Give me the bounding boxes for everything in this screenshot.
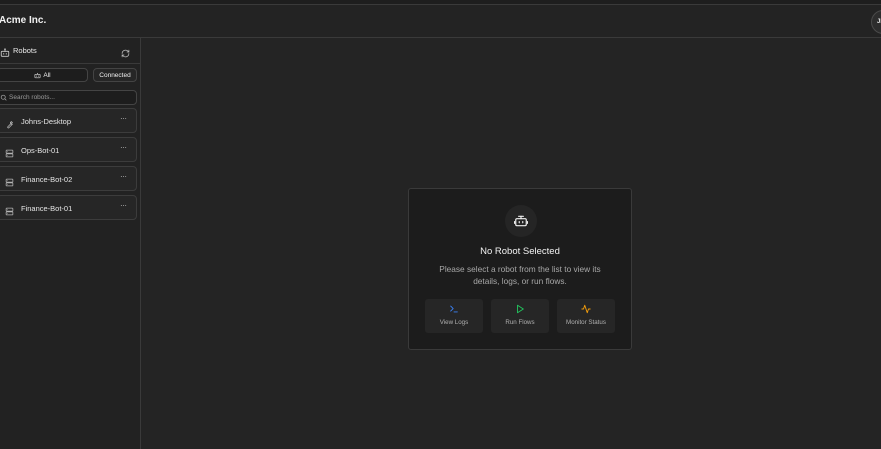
more-options-icon[interactable]: ··· <box>120 201 127 210</box>
server-icon <box>5 145 14 163</box>
empty-state-card: No Robot Selected Please select a robot … <box>408 188 632 350</box>
more-options-icon[interactable]: ··· <box>120 172 127 181</box>
filter-connected-label: Connected <box>99 71 131 79</box>
monitor-status-label: Monitor Status <box>566 319 606 326</box>
activity-icon <box>581 304 591 314</box>
robot-icon <box>34 72 41 78</box>
run-flows-label: Run Flows <box>505 319 535 326</box>
view-logs-label: View Logs <box>439 319 469 326</box>
view-logs-button[interactable]: View Logs <box>425 299 483 333</box>
brand-name: Acme Inc. <box>0 15 47 26</box>
search-input[interactable] <box>9 91 129 104</box>
wrench-icon <box>5 116 14 134</box>
search-icon <box>0 94 7 101</box>
robot-name: Finance-Bot-01 <box>21 204 73 213</box>
search-box <box>0 90 137 105</box>
server-icon <box>5 174 14 192</box>
server-icon <box>5 203 14 221</box>
robots-sidebar: Robots All Connected Johns-Desktop ··· O… <box>0 38 141 449</box>
monitor-status-button[interactable]: Monitor Status <box>557 299 615 333</box>
filter-all-button[interactable]: All <box>0 68 88 82</box>
terminal-icon <box>450 305 458 313</box>
robot-icon <box>505 205 537 237</box>
robot-name: Johns-Desktop <box>21 117 72 126</box>
robot-list-item[interactable]: Johns-Desktop ··· <box>0 108 137 133</box>
robot-name: Ops-Bot-01 <box>21 146 60 155</box>
more-options-icon[interactable]: ··· <box>120 114 127 123</box>
robot-list-item[interactable]: Finance-Bot-01 ··· <box>0 195 137 220</box>
run-flows-button[interactable]: Run Flows <box>491 299 549 333</box>
empty-state-title: No Robot Selected <box>480 246 560 257</box>
play-icon <box>517 304 524 314</box>
sidebar-title: Robots <box>13 46 37 55</box>
more-options-icon[interactable]: ··· <box>120 143 127 152</box>
robot-list-item[interactable]: Finance-Bot-02 ··· <box>0 166 137 191</box>
empty-state-description: Please select a robot from the list to v… <box>439 264 601 286</box>
robot-icon <box>0 45 10 63</box>
filter-all-label: All <box>43 71 51 79</box>
refresh-icon[interactable] <box>121 45 130 63</box>
app-header: Acme Inc. JD <box>0 5 881 38</box>
sidebar-header: Robots <box>0 38 140 64</box>
filter-connected-button[interactable]: Connected <box>93 68 137 82</box>
user-avatar[interactable]: JD <box>871 10 881 34</box>
robot-list-item[interactable]: Ops-Bot-01 ··· <box>0 137 137 162</box>
robot-name: Finance-Bot-02 <box>21 175 73 184</box>
